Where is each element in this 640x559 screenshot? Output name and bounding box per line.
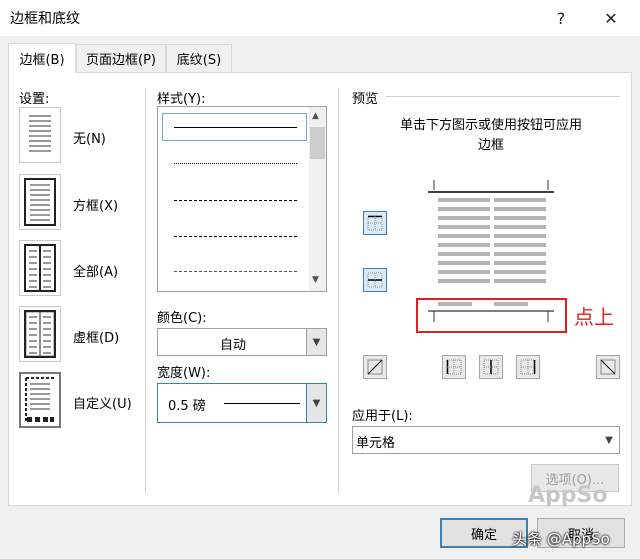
scroll-down-icon[interactable]: ▼ [312, 275, 319, 285]
setting-grid-icon[interactable] [19, 306, 61, 362]
border-right-icon [520, 359, 536, 375]
border-diagonal-up-button[interactable] [363, 355, 387, 379]
width-select[interactable]: 0.5 磅 ▼ [157, 383, 327, 423]
apply-to-select[interactable]: 单元格 ▼ [352, 426, 620, 454]
border-top-button[interactable] [363, 211, 387, 235]
setting-none-icon[interactable] [19, 107, 61, 163]
chevron-down-icon[interactable]: ▼ [599, 427, 619, 453]
border-top-icon [367, 215, 383, 231]
border-right-button[interactable] [516, 355, 540, 379]
preview-label: 预览 [352, 92, 379, 107]
diagonal-up-icon [367, 359, 383, 375]
setting-custom-label: 自定义(U) [73, 397, 132, 412]
style-dashed-small[interactable] [174, 200, 297, 201]
chevron-down-icon[interactable]: ▼ [306, 384, 326, 422]
watermark-logo: AppSo [528, 483, 608, 508]
tab-borders[interactable]: 边框(B) [8, 43, 76, 73]
style-label: 样式(Y): [157, 92, 206, 107]
preview-rule [385, 96, 620, 97]
close-button[interactable]: ✕ [596, 4, 626, 32]
window-title: 边框和底纹 [10, 11, 80, 27]
setting-all-label: 全部(A) [73, 265, 119, 280]
style-dashed-large[interactable] [174, 236, 297, 237]
setting-all-icon[interactable] [19, 240, 61, 296]
border-horizontal-icon [367, 272, 383, 288]
setting-box-icon[interactable] [19, 174, 61, 230]
scroll-thumb[interactable] [310, 127, 325, 159]
color-label: 颜色(C): [157, 311, 207, 326]
setting-box-label: 方框(X) [73, 199, 119, 214]
annotation-box [416, 298, 567, 333]
width-label: 宽度(W): [157, 366, 211, 381]
style-dotted[interactable] [174, 163, 297, 164]
watermark-text: 头条 @AppSo [512, 530, 610, 548]
tab-shading[interactable]: 底纹(S) [166, 44, 232, 72]
separator [145, 88, 146, 493]
annotation-text: 点上 [574, 305, 614, 329]
color-select[interactable]: 自动 ▼ [157, 328, 327, 356]
preview-hint: 单击下方图示或使用按钮可应用边框 [400, 118, 583, 153]
style-scrollbar[interactable]: ▲ ▼ [309, 107, 326, 291]
separator [338, 88, 339, 493]
style-list[interactable]: ▲ ▼ [157, 106, 327, 292]
border-center-button[interactable] [479, 355, 503, 379]
style-solid[interactable] [174, 127, 297, 128]
border-vertical-icon [483, 359, 499, 375]
border-diagonal-down-button[interactable] [596, 355, 620, 379]
color-value: 自动 [220, 338, 247, 353]
width-value: 0.5 磅 [168, 399, 206, 414]
border-left-icon [446, 359, 462, 375]
apply-to-value: 单元格 [356, 436, 396, 451]
style-dash-dot[interactable] [174, 271, 297, 272]
diagonal-down-icon [600, 359, 616, 375]
chevron-down-icon[interactable]: ▼ [306, 329, 326, 355]
border-left-button[interactable] [442, 355, 466, 379]
scroll-up-icon[interactable]: ▲ [312, 111, 319, 121]
title-bar [0, 0, 640, 36]
width-sample-line [224, 403, 300, 404]
settings-label: 设置: [19, 92, 50, 107]
apply-to-label: 应用于(L): [352, 409, 413, 424]
setting-grid-label: 虚框(D) [73, 331, 120, 346]
border-middle-button[interactable] [363, 268, 387, 292]
tab-page-border[interactable]: 页面边框(P) [76, 44, 166, 72]
setting-custom-icon[interactable] [19, 372, 61, 428]
help-button[interactable]: ? [546, 4, 576, 32]
setting-none-label: 无(N) [73, 132, 106, 147]
